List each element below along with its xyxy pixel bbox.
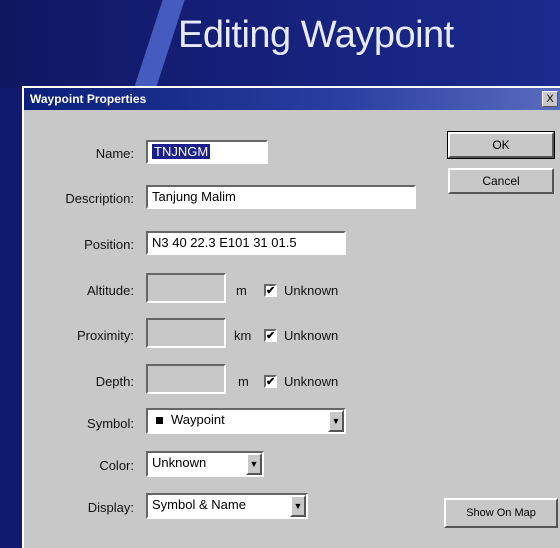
symbol-value: Waypoint (171, 412, 225, 427)
page-title: Editing Waypoint (178, 14, 454, 56)
page-banner: Editing Waypoint (0, 0, 560, 88)
depth-unknown-label: Unknown (284, 374, 339, 389)
proximity-unknown-label: Unknown (284, 328, 339, 343)
position-label: Position: (84, 237, 134, 252)
waypoint-symbol-icon (156, 417, 163, 425)
symbol-label: Symbol: (87, 416, 134, 431)
description-field[interactable]: Tanjung Malim (146, 185, 416, 209)
altitude-unknown-checkbox[interactable]: ✔ (264, 284, 277, 297)
proximity-label: Proximity: (76, 328, 134, 343)
position-field[interactable]: N3 40 22.3 E101 31 01.5 (146, 231, 346, 255)
cancel-button[interactable]: Cancel (448, 168, 554, 194)
proximity-unit: km (234, 328, 252, 343)
depth-unknown-checkbox[interactable]: ✔ (264, 375, 277, 388)
display-dropdown[interactable]: Symbol & Name (146, 493, 308, 519)
color-label: Color: (99, 458, 134, 473)
display-dropdown-arrow-icon[interactable]: ▼ (290, 495, 306, 517)
display-label: Display: (87, 500, 134, 515)
depth-field[interactable] (146, 364, 226, 394)
altitude-field[interactable] (146, 273, 226, 303)
altitude-unit: m (236, 283, 247, 298)
dialog-title: Waypoint Properties (30, 92, 147, 106)
altitude-label: Altitude: (87, 283, 134, 298)
name-label: Name: (95, 146, 134, 161)
proximity-field[interactable] (146, 318, 226, 348)
ok-button[interactable]: OK (447, 131, 555, 159)
symbol-dropdown[interactable]: Waypoint (146, 408, 346, 434)
color-dropdown-arrow-icon[interactable]: ▼ (246, 453, 262, 475)
description-label: Description: (65, 191, 134, 206)
depth-label: Depth: (95, 374, 134, 389)
close-button[interactable]: X (542, 91, 558, 107)
dialog-titlebar[interactable]: Waypoint Properties X (24, 88, 560, 110)
proximity-unknown-checkbox[interactable]: ✔ (264, 329, 277, 342)
symbol-dropdown-arrow-icon[interactable]: ▼ (328, 410, 344, 432)
name-field[interactable]: TNJNGM (146, 140, 268, 164)
altitude-unknown-label: Unknown (284, 283, 339, 298)
name-value: TNJNGM (152, 144, 211, 159)
depth-unit: m (238, 374, 249, 389)
waypoint-properties-dialog: Waypoint Properties X Name: TNJNGM Descr… (22, 86, 560, 548)
show-on-map-button[interactable]: Show On Map (444, 498, 558, 528)
